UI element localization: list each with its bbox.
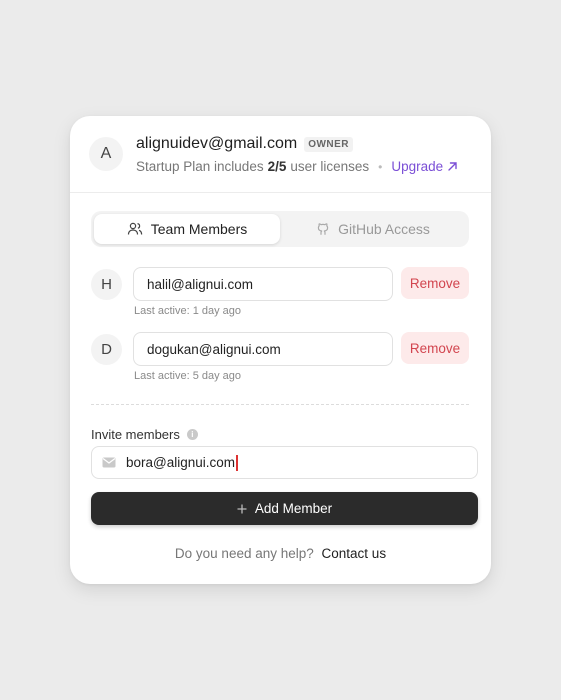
member-avatar: D (91, 334, 122, 365)
tab-label: GitHub Access (338, 221, 430, 237)
section-divider (91, 404, 469, 405)
contact-us-link[interactable]: Contact us (322, 546, 387, 561)
account-email: alignuidev@gmail.com (136, 135, 298, 152)
member-avatar: H (91, 269, 122, 300)
plan-licenses: 2/5 (267, 159, 287, 174)
add-member-button[interactable]: Add Member (91, 492, 478, 525)
plus-icon (237, 504, 247, 513)
tab-label: Team Members (150, 221, 248, 237)
remove-member-button[interactable]: Remove (401, 267, 469, 299)
member-row: D dogukan@alignui.com Remove Last active… (91, 332, 469, 386)
arrow-up-right-icon (448, 162, 457, 171)
account-avatar: A (89, 137, 123, 171)
text-cursor (236, 454, 238, 471)
invite-email-input[interactable]: bora@alignui.com (91, 446, 478, 479)
account-email-line: alignuidev@gmail.com OWNER (136, 135, 354, 153)
tab-team-members[interactable]: Team Members (94, 214, 280, 244)
info-icon[interactable]: i (186, 429, 198, 440)
member-last-active: Last active: 5 day ago (134, 370, 242, 382)
plan-prefix: Startup Plan includes (136, 159, 264, 174)
invite-label-text: Invite members (91, 427, 180, 442)
member-row: H halil@alignui.com Remove Last active: … (91, 267, 469, 321)
users-icon (127, 222, 142, 235)
tab-github-access[interactable]: GitHub Access (280, 214, 466, 244)
remove-member-button[interactable]: Remove (401, 332, 469, 364)
github-icon (317, 223, 329, 235)
upgrade-label: Upgrade (391, 159, 444, 174)
plan-info: Startup Plan includes 2/5 user licenses … (136, 159, 458, 174)
upgrade-link[interactable]: Upgrade (391, 159, 458, 174)
add-member-label: Add Member (254, 501, 333, 516)
member-email-field[interactable]: dogukan@alignui.com (133, 332, 393, 366)
invite-email-text: bora@alignui.com (126, 455, 236, 470)
invite-label: Invite members i (91, 427, 198, 442)
role-badge: OWNER (304, 136, 354, 152)
mail-icon (102, 457, 116, 468)
separator-dot: • (378, 159, 383, 174)
invite-email-value: bora@alignui.com (126, 454, 238, 471)
plan-suffix: user licenses (290, 159, 370, 174)
tab-switcher: Team Members GitHub Access (91, 211, 469, 247)
account-header: A alignuidev@gmail.com OWNER Startup Pla… (70, 116, 491, 193)
help-footer: Do you need any help? Contact us (70, 546, 491, 561)
help-text: Do you need any help? (174, 546, 314, 561)
team-settings-card: A alignuidev@gmail.com OWNER Startup Pla… (70, 116, 491, 584)
member-last-active: Last active: 1 day ago (134, 305, 242, 317)
member-email-field[interactable]: halil@alignui.com (133, 267, 393, 301)
